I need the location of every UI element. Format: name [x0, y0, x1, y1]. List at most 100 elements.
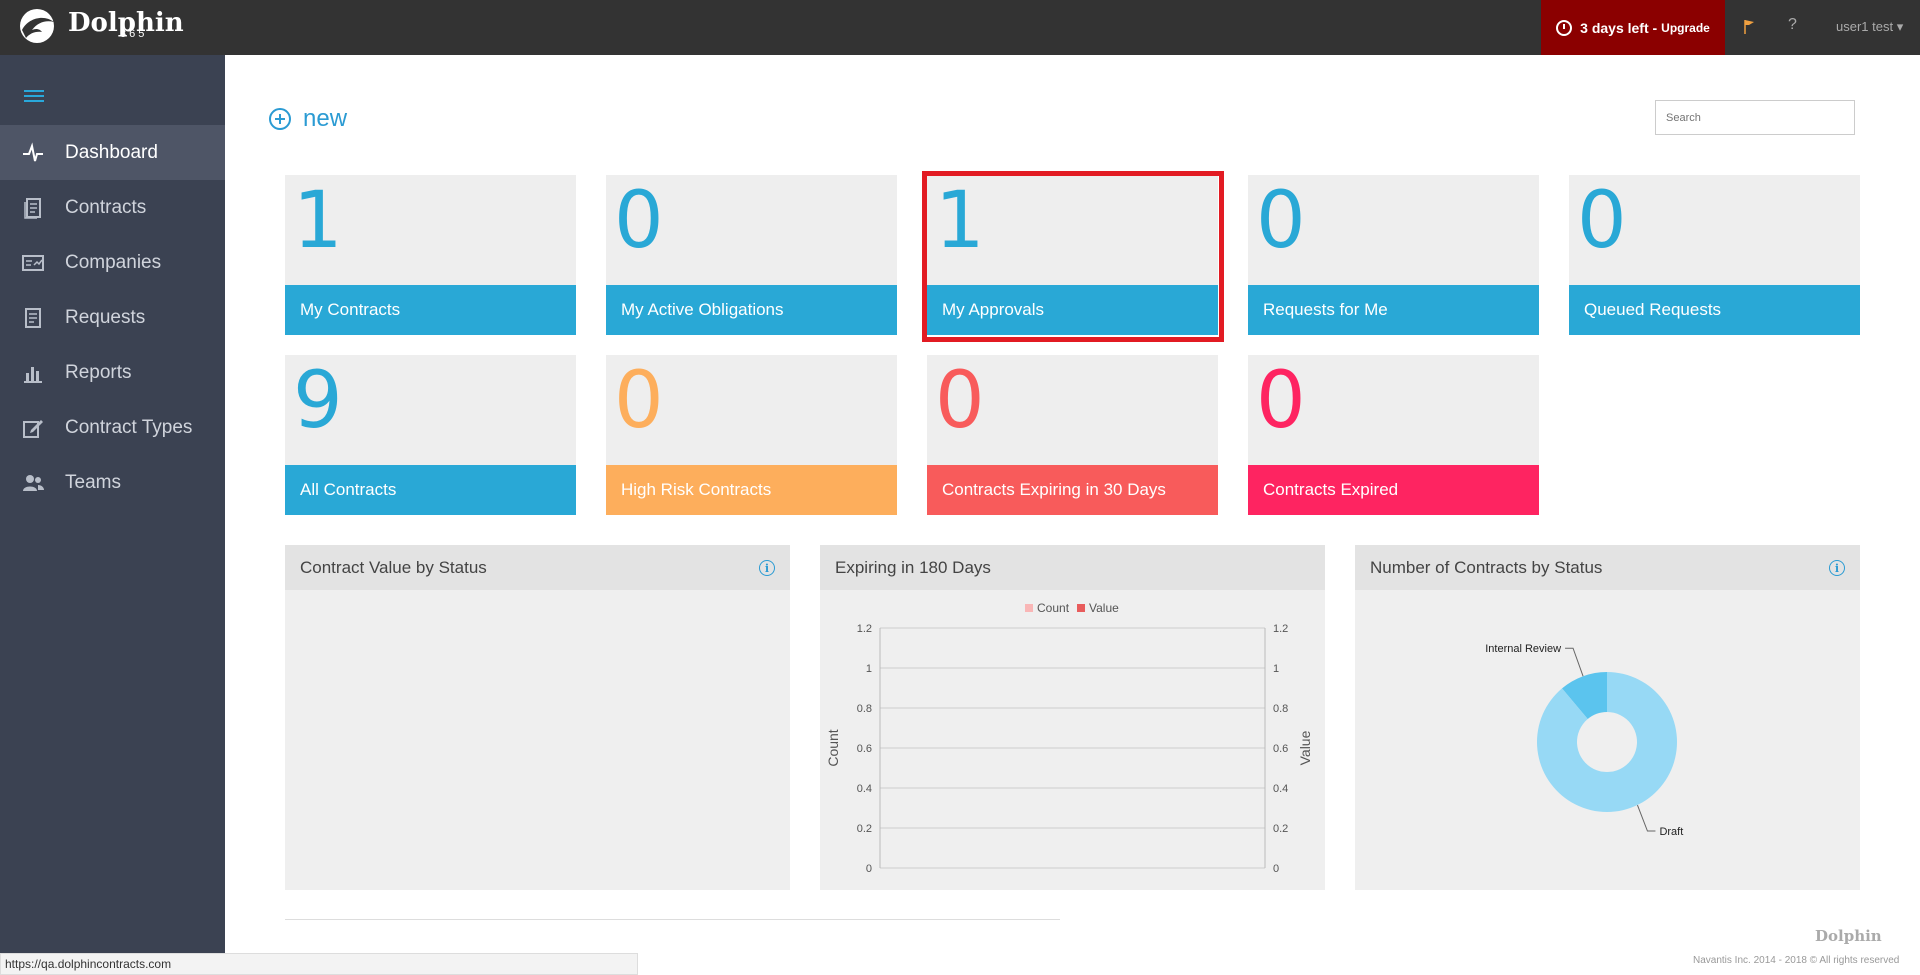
- sidebar-item-label: Contract Types: [65, 416, 193, 438]
- panel-header: Number of Contracts by Status i: [1355, 545, 1860, 590]
- tile-contracts-expired[interactable]: 0 Contracts Expired: [1248, 355, 1539, 515]
- sidebar-item-label: Dashboard: [65, 141, 158, 163]
- y2-tick-label: 0: [1273, 863, 1279, 875]
- y2-tick-label: 0.2: [1273, 823, 1288, 835]
- y2-axis-label: Value: [1297, 730, 1313, 765]
- new-button[interactable]: new: [269, 105, 347, 133]
- y2-tick-label: 1.2: [1273, 623, 1288, 635]
- label-leader: [1565, 647, 1584, 677]
- tile-label: My Contracts: [285, 285, 576, 335]
- tile-count: 9: [293, 356, 343, 446]
- footer-logo: Dolphin: [1815, 927, 1882, 945]
- sidebar-item-label: Companies: [65, 251, 162, 273]
- new-label: new: [303, 105, 348, 132]
- search-input[interactable]: [1655, 100, 1855, 135]
- slice-label: Internal Review: [1485, 643, 1561, 655]
- dolphin-logo-icon: [20, 9, 54, 43]
- sidebar-item-label: Teams: [65, 471, 121, 493]
- tile-count: 1: [293, 176, 343, 266]
- panel-contracts-by-status: Number of Contracts by Status i Internal…: [1355, 545, 1860, 890]
- sidebar: Dashboard Contracts Companies Requests R…: [0, 55, 225, 975]
- y2-tick-label: 1: [1273, 663, 1279, 675]
- tile-count: 1: [935, 176, 985, 266]
- sidebar-item-reports[interactable]: Reports: [0, 345, 225, 400]
- edit-icon: [0, 416, 65, 440]
- panel-header: Contract Value by Status i: [285, 545, 790, 590]
- tile-label: My Active Obligations: [606, 285, 897, 335]
- tile-all-contracts[interactable]: 9 All Contracts: [285, 355, 576, 515]
- id-card-icon: [0, 251, 65, 275]
- donut-slice: [1537, 672, 1677, 812]
- legend-swatch: [1025, 604, 1033, 612]
- y-tick-label: 0: [866, 863, 872, 875]
- sidebar-item-companies[interactable]: Companies: [0, 235, 225, 290]
- tile-high-risk-contracts[interactable]: 0 High Risk Contracts: [606, 355, 897, 515]
- y2-tick-label: 0.6: [1273, 743, 1288, 755]
- tile-queued-requests[interactable]: 0 Queued Requests: [1569, 175, 1860, 335]
- tile-count: 0: [1256, 176, 1306, 266]
- top-bar: Dolphin 365 3 days left - Upgrade ? user…: [0, 0, 1920, 55]
- tile-my-active-obligations[interactable]: 0 My Active Obligations: [606, 175, 897, 335]
- sidebar-item-label: Requests: [65, 306, 146, 328]
- sidebar-item-requests[interactable]: Requests: [0, 290, 225, 345]
- y-tick-label: 0.8: [857, 703, 872, 715]
- legend-swatch: [1077, 604, 1085, 612]
- panel-title: Number of Contracts by Status: [1370, 557, 1603, 577]
- sidebar-item-teams[interactable]: Teams: [0, 455, 225, 510]
- tile-count: 0: [1256, 356, 1306, 446]
- tile-count: 0: [935, 356, 985, 446]
- tile-label: My Approvals: [927, 285, 1218, 335]
- info-icon[interactable]: i: [759, 560, 775, 576]
- panel-contract-value-by-status: Contract Value by Status i: [285, 545, 790, 890]
- trial-days-left: 3 days left -: [1580, 19, 1658, 36]
- menu-toggle-icon[interactable]: [24, 90, 44, 104]
- y2-tick-label: 0.8: [1273, 703, 1288, 715]
- clipboard-icon: [0, 306, 65, 330]
- y-tick-label: 0.2: [857, 823, 872, 835]
- upgrade-label: Upgrade: [1661, 20, 1710, 35]
- trial-upgrade-button[interactable]: 3 days left - Upgrade: [1541, 0, 1725, 55]
- clock-icon: [1556, 19, 1573, 36]
- y-tick-label: 0.6: [857, 743, 872, 755]
- tile-requests-for-me[interactable]: 0 Requests for Me: [1248, 175, 1539, 335]
- brand-logo[interactable]: Dolphin: [14, 8, 184, 50]
- y2-tick-label: 0.4: [1273, 783, 1288, 795]
- brand-subtitle: 365: [120, 28, 148, 40]
- sidebar-item-label: Reports: [65, 361, 132, 383]
- label-leader: [1636, 804, 1656, 832]
- user-menu[interactable]: user1 test ▾: [1836, 19, 1903, 35]
- info-icon[interactable]: i: [1829, 560, 1845, 576]
- sidebar-item-dashboard[interactable]: Dashboard: [0, 125, 225, 180]
- plus-circle-icon: [269, 108, 291, 130]
- pulse-icon: [0, 141, 65, 165]
- tile-contracts-expiring-30-days[interactable]: 0 Contracts Expiring in 30 Days: [927, 355, 1218, 515]
- divider: [285, 919, 1060, 920]
- y-tick-label: 1: [866, 663, 872, 675]
- flag-icon[interactable]: [1740, 17, 1760, 37]
- tile-my-contracts[interactable]: 1 My Contracts: [285, 175, 576, 335]
- sidebar-nav: Dashboard Contracts Companies Requests R…: [0, 125, 225, 510]
- legend-label: Count: [1037, 601, 1070, 615]
- tile-label: All Contracts: [285, 465, 576, 515]
- status-donut-chart: Internal Review Draft: [1485, 643, 1683, 838]
- tile-count: 0: [614, 356, 664, 446]
- slice-label: Draft: [1659, 826, 1683, 838]
- panel-expiring-180-days: Expiring in 180 Days Count Value 0 0 0.2 0.2 0…: [820, 545, 1325, 890]
- bar-chart-icon: [0, 361, 65, 385]
- sidebar-item-contracts[interactable]: Contracts: [0, 180, 225, 235]
- expiring-chart: Count Value 0 0 0.2 0.2 0.4 0.4 0.6 0.6 0.8 0.8 1 1 1.…: [825, 601, 1313, 875]
- sidebar-item-contract-types[interactable]: Contract Types: [0, 400, 225, 455]
- panel-header: Expiring in 180 Days: [820, 545, 1325, 590]
- y-tick-label: 0.4: [857, 783, 872, 795]
- sidebar-item-label: Contracts: [65, 196, 147, 218]
- y-tick-label: 1.2: [857, 623, 872, 635]
- document-icon: [0, 196, 65, 220]
- panel-title: Contract Value by Status: [300, 557, 487, 577]
- tile-my-approvals[interactable]: 1 My Approvals: [927, 175, 1218, 335]
- status-url: https://qa.dolphincontracts.com: [0, 953, 638, 975]
- tile-label: High Risk Contracts: [606, 465, 897, 515]
- tile-label: Contracts Expiring in 30 Days: [927, 465, 1218, 515]
- tile-label: Requests for Me: [1248, 285, 1539, 335]
- y-axis-label: Count: [825, 729, 841, 766]
- help-button[interactable]: ?: [1788, 16, 1797, 34]
